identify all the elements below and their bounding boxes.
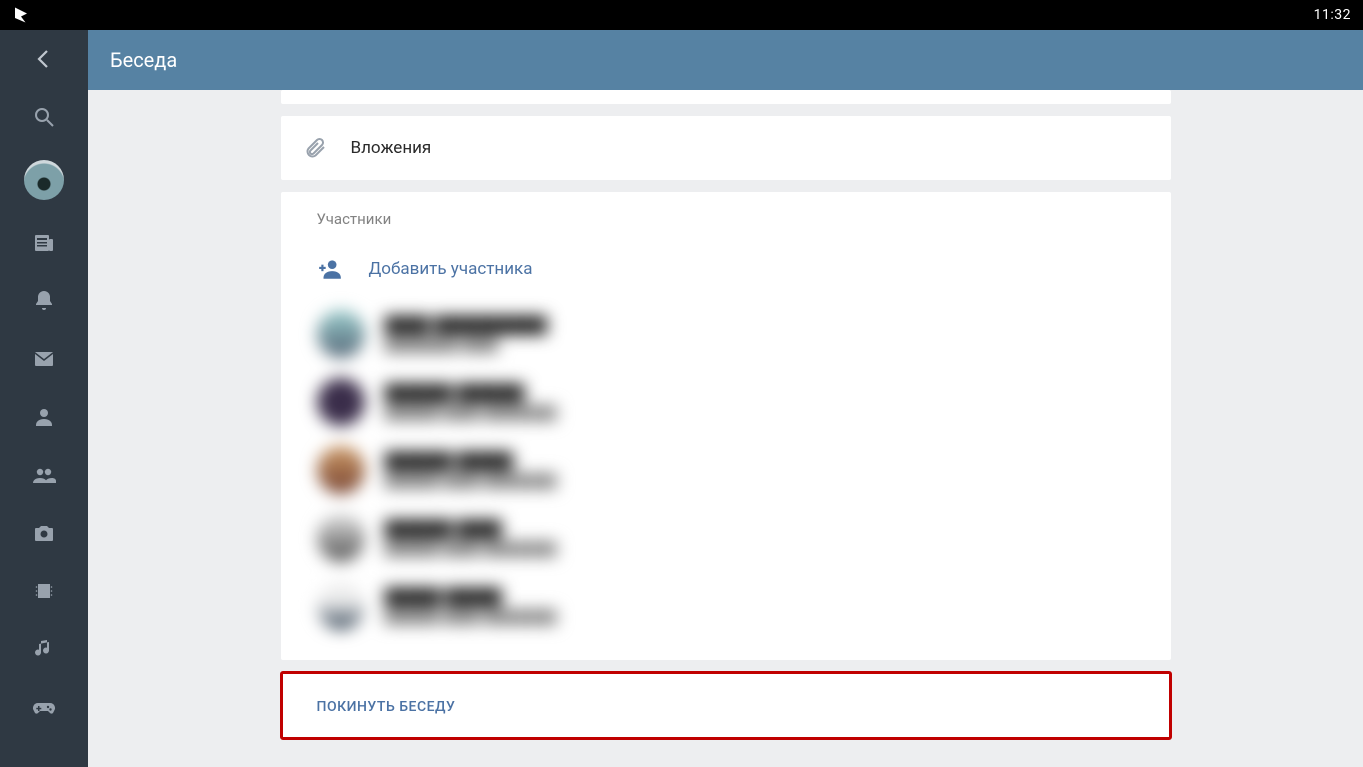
sidebar	[0, 30, 88, 767]
person-icon[interactable]	[20, 402, 68, 432]
attachments-card: Вложения	[281, 116, 1171, 180]
attachments-label: Вложения	[351, 138, 432, 158]
mail-icon[interactable]	[20, 344, 68, 374]
header: Беседа	[88, 30, 1363, 90]
card-stub	[281, 90, 1171, 104]
leave-card: ПОКИНУТЬ БЕСЕДУ	[281, 672, 1171, 739]
add-participant-button[interactable]: Добавить участника	[303, 248, 1149, 300]
status-bar: 11:32	[0, 0, 1363, 30]
back-button[interactable]	[20, 44, 68, 74]
leave-conversation-button[interactable]: ПОКИНУТЬ БЕСЕДУ	[317, 699, 456, 715]
paperclip-icon	[303, 136, 327, 160]
add-participant-label: Добавить участника	[369, 259, 533, 279]
content-scroll[interactable]: Вложения Участники Добавить участника ██…	[88, 90, 1363, 767]
participants-list: ████ ██████████████████ ████ ██████ ████…	[303, 300, 1149, 650]
bell-icon[interactable]	[20, 286, 68, 316]
participant-row[interactable]: █████ ███████████ ████ ████████	[313, 572, 1139, 640]
search-icon[interactable]	[20, 102, 68, 132]
participant-row[interactable]: ██████ ██████████ ████ ████████	[313, 504, 1139, 572]
participant-row[interactable]: ██████ ████████████ ████ ████████	[313, 368, 1139, 436]
participant-row[interactable]: ██████ ███████████ ████ ████████	[313, 436, 1139, 504]
video-icon[interactable]	[20, 576, 68, 606]
avatar[interactable]	[24, 160, 64, 200]
participant-row[interactable]: ████ ██████████████████ ████	[313, 300, 1139, 368]
news-icon[interactable]	[20, 228, 68, 258]
page-title: Беседа	[110, 48, 177, 72]
gamepad-icon[interactable]	[20, 692, 68, 722]
person-add-icon	[317, 256, 343, 282]
attachments-row[interactable]: Вложения	[281, 116, 1171, 180]
group-icon[interactable]	[20, 460, 68, 490]
emulator-logo-icon	[12, 6, 30, 24]
participants-card: Участники Добавить участника ████ ██████…	[281, 192, 1171, 660]
camera-icon[interactable]	[20, 518, 68, 548]
clock: 11:32	[1314, 7, 1351, 23]
music-icon[interactable]	[20, 634, 68, 664]
participants-title: Участники	[303, 210, 1149, 228]
